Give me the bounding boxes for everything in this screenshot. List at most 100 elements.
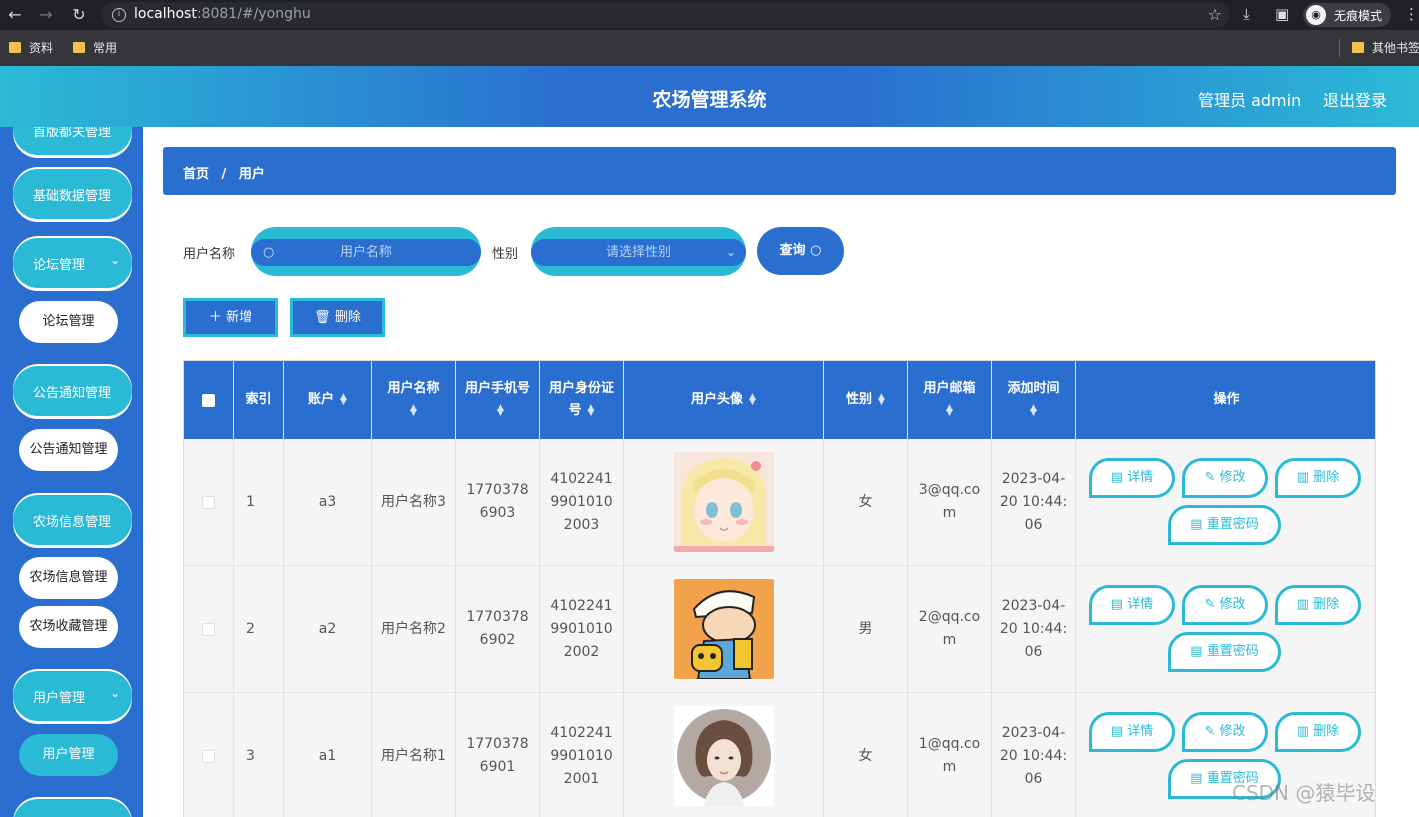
col-gender[interactable]: 性别 ▲ ▼ <box>824 361 908 439</box>
gender-select-wrapper[interactable]: 请选择性别 ⌄ <box>531 227 746 276</box>
logout-link[interactable]: 退出登录 <box>1323 87 1387 111</box>
cell-phone: 17703786901 <box>456 693 540 817</box>
sidebar-menu-forum[interactable]: 论坛管理 ⌄ <box>13 238 132 288</box>
row-checkbox[interactable] <box>202 749 215 763</box>
detail-button[interactable]: ▤ 详情 <box>1089 712 1175 752</box>
sidebar-menu-farm[interactable]: 农场信息管理 <box>13 495 132 545</box>
col-name[interactable]: 用户名称 ▲ ▼ <box>372 361 456 439</box>
sort-icon[interactable]: ▲ ▼ <box>946 403 953 417</box>
reset-password-button[interactable]: ▤ 重置密码 <box>1168 505 1281 545</box>
info-icon[interactable]: i <box>112 8 126 22</box>
sort-icon[interactable]: ▲ ▼ <box>497 403 504 417</box>
sidebar-sub-user[interactable]: 用户管理 <box>19 734 118 776</box>
sidebar-item-label: 首版都关管理 <box>33 127 112 140</box>
pencil-icon: ✎ <box>1204 597 1216 612</box>
plus-icon: ＋ <box>208 310 222 325</box>
folder-icon <box>73 42 85 53</box>
menu-dots-icon[interactable]: ⋮ <box>1404 5 1419 23</box>
user-table: 索引 账户 ▲ ▼ 用户名称 ▲ ▼ 用户手机号▲ ▼ 用户身份证号 ▲ ▼ 用户头像 ▲ ▼ 性… <box>183 360 1376 817</box>
breadcrumb-current: 用户 <box>238 167 265 182</box>
delete-label: 删除 <box>1313 470 1340 485</box>
col-account-label: 账户 <box>308 392 335 407</box>
delete-button[interactable]: ▥ 删除 <box>1275 712 1361 752</box>
incognito-badge[interactable]: ◉ 无痕模式 <box>1303 3 1391 27</box>
col-avatar[interactable]: 用户头像 ▲ ▼ <box>624 361 824 439</box>
col-phone[interactable]: 用户手机号▲ ▼ <box>456 361 540 439</box>
sidebar-sub-forum[interactable]: 论坛管理 <box>19 301 118 343</box>
detail-button[interactable]: ▤ 详情 <box>1089 458 1175 498</box>
sidebar-menu-basic-data[interactable]: 基础数据管理 <box>13 169 132 219</box>
document-icon: ▤ <box>1110 470 1124 485</box>
gender-select[interactable]: 请选择性别 ⌄ <box>531 239 746 266</box>
add-button[interactable]: ＋ 新增 <box>183 298 278 337</box>
url-text[interactable]: localhost:8081/#/yonghu <box>134 6 311 22</box>
breadcrumb-separator: / <box>221 167 227 182</box>
forward-icon[interactable]: → <box>35 4 57 26</box>
bookmark-item[interactable]: 资料 <box>9 39 53 56</box>
delete-label: 删除 <box>334 310 361 325</box>
gender-label: 性别 <box>492 247 519 262</box>
sidebar-sub-farm-info[interactable]: 农场信息管理 <box>19 557 118 599</box>
gender-placeholder: 请选择性别 <box>605 245 671 260</box>
name-input-wrapper[interactable]: ○ 用户名称 <box>251 227 481 276</box>
delete-button[interactable]: ▥ 删除 <box>1275 458 1361 498</box>
sidebar-menu-top[interactable]: 首版都关管理 <box>13 127 132 155</box>
edit-button[interactable]: ✎ 修改 <box>1182 585 1268 625</box>
reset-label: 重置密码 <box>1206 517 1259 532</box>
col-email[interactable]: 用户邮箱 ▲ ▼ <box>908 361 992 439</box>
address-bar[interactable]: i localhost:8081/#/yonghu ☆ <box>102 2 1230 28</box>
star-icon[interactable]: ☆ <box>1208 5 1222 24</box>
sidepanel-icon[interactable]: ▣ <box>1275 5 1289 23</box>
select-all-checkbox[interactable] <box>202 393 215 407</box>
breadcrumb-home[interactable]: 首页 <box>183 167 209 182</box>
col-idcard[interactable]: 用户身份证号 ▲ ▼ <box>540 361 624 439</box>
sidebar-menu-notice[interactable]: 公告通知管理 <box>13 366 132 416</box>
cell-name: 用户名称3 <box>372 439 456 566</box>
col-account[interactable]: 账户 ▲ ▼ <box>284 361 372 439</box>
batch-delete-button[interactable]: 🗑 删除 <box>290 298 385 337</box>
back-icon[interactable]: ← <box>4 4 26 26</box>
row-checkbox[interactable] <box>202 495 215 509</box>
row-checkbox-cell[interactable] <box>184 693 234 817</box>
sidebar-sub-farm-favorite[interactable]: 农场收藏管理 <box>19 606 118 648</box>
select-all-checkbox-cell[interactable] <box>184 361 234 439</box>
row-checkbox-cell[interactable] <box>184 566 234 693</box>
avatar-portrait-girl-image <box>673 706 774 806</box>
cell-account: a3 <box>284 439 372 566</box>
download-icon[interactable]: ⤓ <box>1243 5 1250 23</box>
sort-icon[interactable]: ▲ ▼ <box>1030 403 1037 417</box>
name-search-input[interactable]: ○ 用户名称 <box>251 239 481 266</box>
edit-button[interactable]: ✎ 修改 <box>1182 458 1268 498</box>
detail-button[interactable]: ▤ 详情 <box>1089 585 1175 625</box>
reset-password-button[interactable]: ▤ 重置密码 <box>1168 632 1281 672</box>
sort-icon[interactable]: ▲ ▼ <box>878 393 885 407</box>
incognito-label: 无痕模式 <box>1334 9 1383 23</box>
row-checkbox-cell[interactable] <box>184 439 234 566</box>
avatar-cartoon-boy-image <box>673 579 774 679</box>
sort-icon[interactable]: ▲ ▼ <box>340 393 347 407</box>
bookmark-item[interactable]: 常用 <box>73 39 117 56</box>
breadcrumb: 首页 / 用户 <box>163 147 1396 195</box>
document-icon: ▤ <box>1190 517 1203 532</box>
delete-button[interactable]: ▥ 删除 <box>1275 585 1361 625</box>
col-time[interactable]: 添加时间 ▲ ▼ <box>992 361 1076 439</box>
cell-name: 用户名称1 <box>372 693 456 817</box>
chevron-down-icon: ⌄ <box>725 245 736 259</box>
sidebar-menu-next[interactable] <box>13 799 132 817</box>
row-checkbox[interactable] <box>202 622 215 636</box>
edit-button[interactable]: ✎ 修改 <box>1182 712 1268 752</box>
detail-label: 详情 <box>1127 724 1154 739</box>
cell-idcard: 410224199010102002 <box>540 566 624 693</box>
query-button[interactable]: 查询 ○ <box>757 227 844 275</box>
reload-icon[interactable]: ↻ <box>68 4 90 26</box>
sort-icon[interactable]: ▲ ▼ <box>410 403 417 417</box>
sort-icon[interactable]: ▲ ▼ <box>749 393 756 407</box>
sidebar-item-label: 公告通知管理 <box>33 386 112 401</box>
sort-icon[interactable]: ▲ ▼ <box>588 403 595 417</box>
sidebar-sub-notice[interactable]: 公告通知管理 <box>19 429 118 471</box>
admin-label: 管理员 admin <box>1198 91 1302 110</box>
detail-label: 详情 <box>1127 470 1154 485</box>
sidebar-menu-user[interactable]: 用户管理 ⌄ <box>13 671 132 721</box>
browser-chrome: ← → ↻ i localhost:8081/#/yonghu ☆ ⤓ ▣ ◉ … <box>0 0 1419 66</box>
other-bookmarks[interactable]: 其他书签 <box>1352 39 1419 56</box>
